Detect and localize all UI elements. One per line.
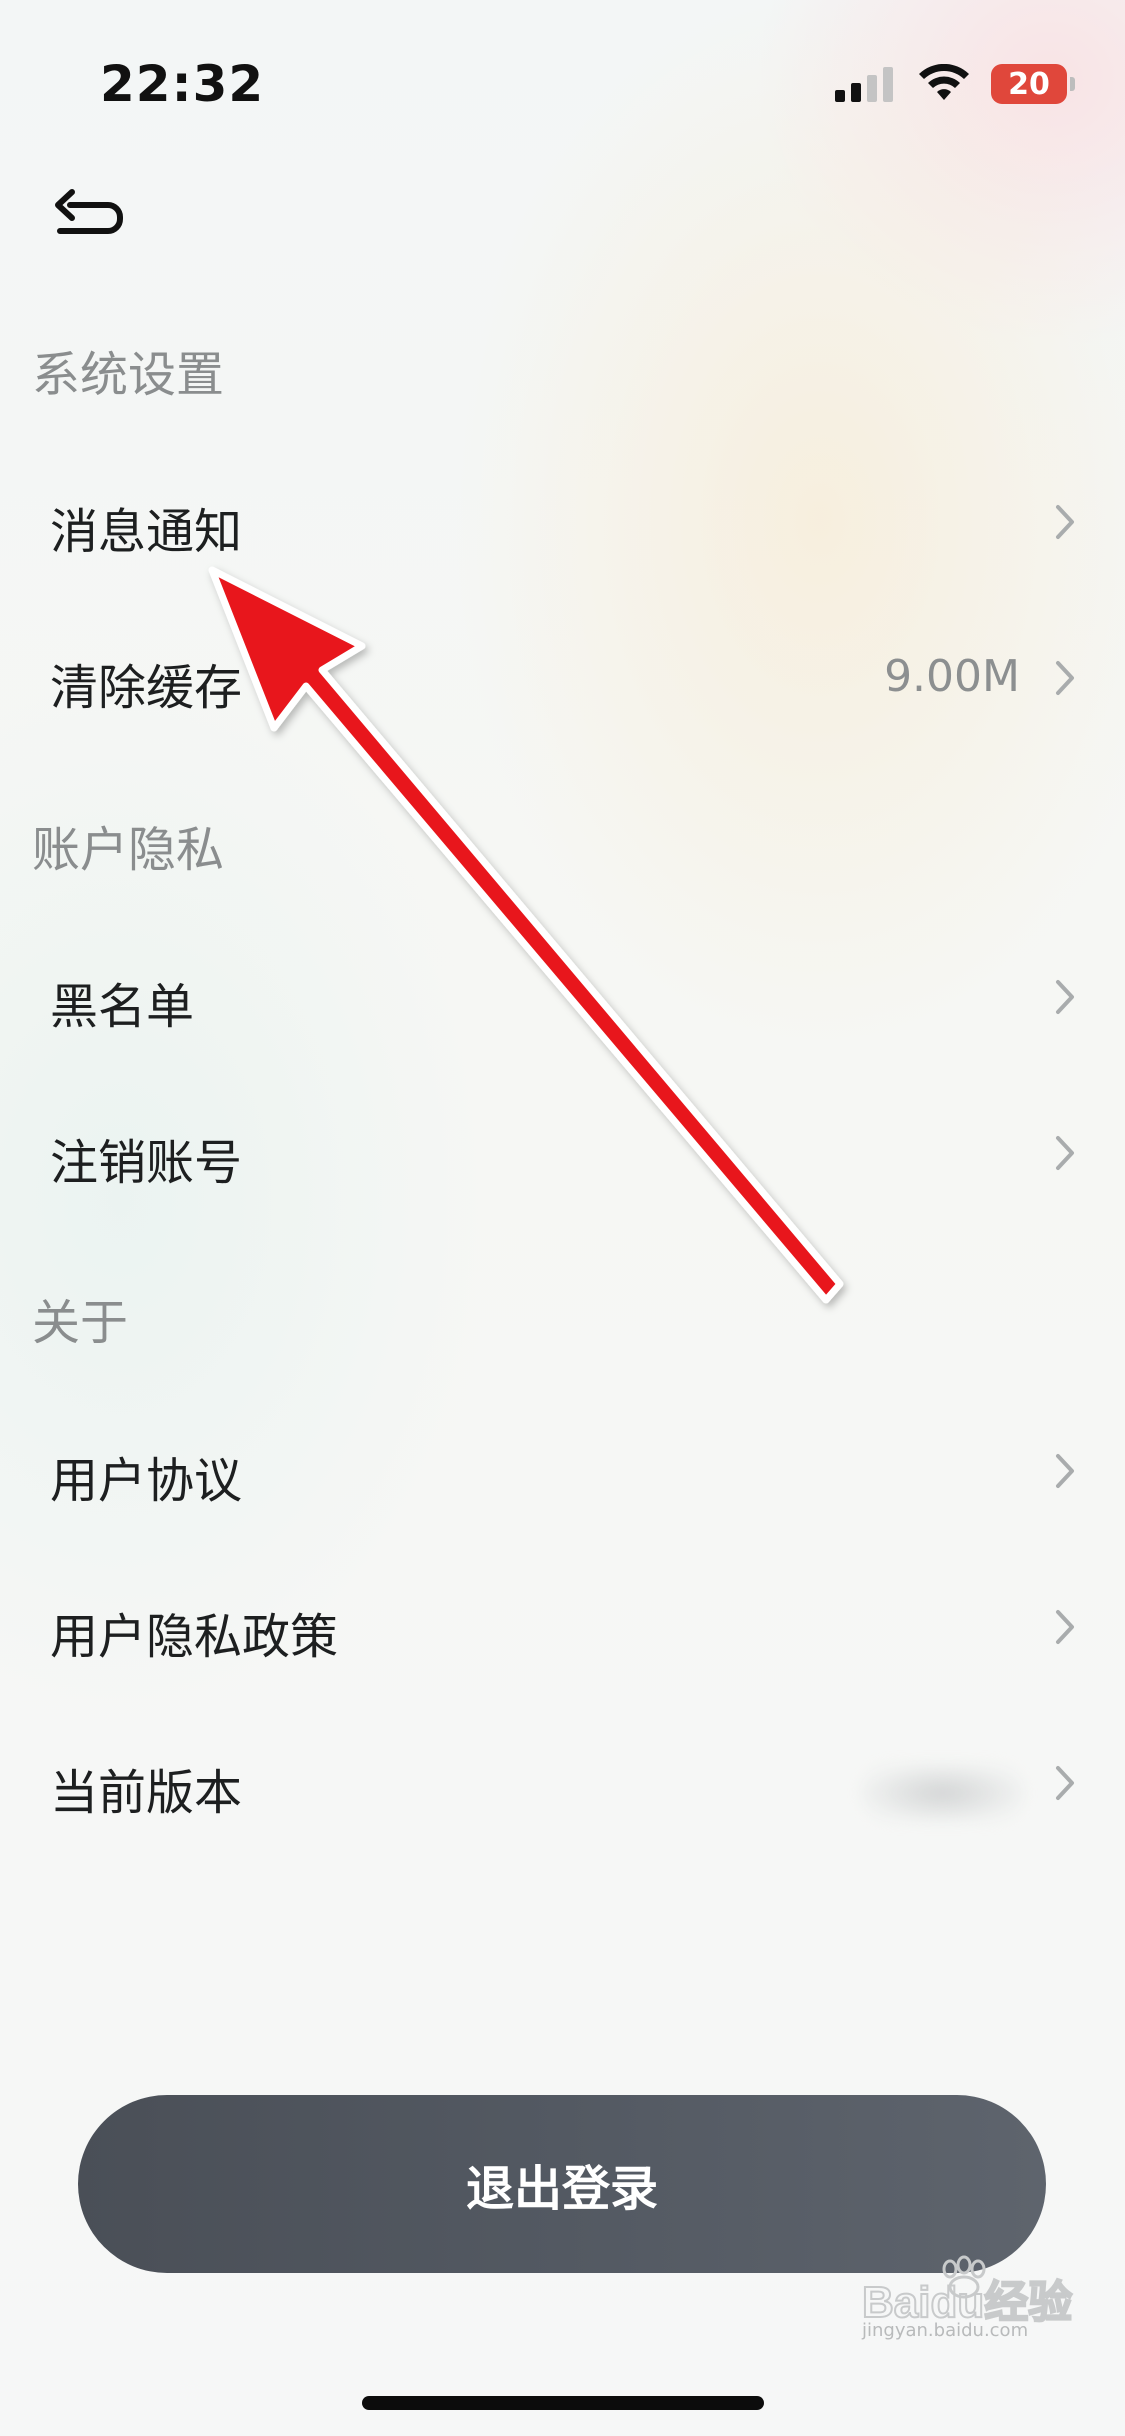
settings-row-current-version[interactable]: 当前版本 <box>0 1708 1125 1858</box>
row-label: 用户隐私政策 <box>50 1609 339 1665</box>
status-icons: 20 <box>835 64 1075 104</box>
chevron-right-icon <box>1056 1766 1074 1800</box>
logout-button-label: 退出登录 <box>465 2161 658 2217</box>
back-button[interactable] <box>48 180 128 260</box>
section-title-about: 关于 <box>32 1295 129 1351</box>
chevron-right-icon <box>1056 1136 1074 1170</box>
version-value-blurred <box>860 1763 1025 1823</box>
home-indicator[interactable] <box>362 2396 764 2410</box>
chevron-right-icon <box>1056 980 1074 1014</box>
wifi-icon <box>919 64 969 100</box>
row-label: 清除缓存 <box>50 660 243 716</box>
chevron-right-icon <box>1056 661 1074 695</box>
status-bar: 22:32 20 <box>0 0 1125 150</box>
chevron-right-icon <box>1056 1454 1074 1488</box>
chevron-right-icon <box>1056 505 1074 539</box>
row-label: 当前版本 <box>50 1765 243 1821</box>
settings-row-clear-cache[interactable]: 清除缓存 9.00M <box>0 603 1125 753</box>
row-label: 黑名单 <box>50 979 195 1035</box>
row-label: 用户协议 <box>50 1453 243 1509</box>
chevron-right-icon <box>1056 1610 1074 1644</box>
settings-row-privacy-policy[interactable]: 用户隐私政策 <box>0 1552 1125 1702</box>
settings-row-delete-account[interactable]: 注销账号 <box>0 1078 1125 1228</box>
status-time: 22:32 <box>100 55 265 113</box>
section-title-account-privacy: 账户隐私 <box>32 822 225 878</box>
watermark-url: jingyan.baidu.com <box>862 2320 1029 2341</box>
row-label: 消息通知 <box>50 504 243 560</box>
back-arrow-icon <box>55 189 123 234</box>
cache-size-value: 9.00M <box>884 651 1020 702</box>
logout-button[interactable]: 退出登录 <box>78 2095 1046 2273</box>
section-title-system-settings: 系统设置 <box>32 347 225 403</box>
settings-row-user-agreement[interactable]: 用户协议 <box>0 1396 1125 1546</box>
battery-indicator: 20 <box>991 64 1075 104</box>
battery-level: 20 <box>1008 66 1050 102</box>
row-label: 注销账号 <box>50 1135 243 1191</box>
cellular-signal-icon <box>835 67 893 102</box>
settings-row-notifications[interactable]: 消息通知 <box>0 447 1125 597</box>
settings-row-blacklist[interactable]: 黑名单 <box>0 922 1125 1072</box>
